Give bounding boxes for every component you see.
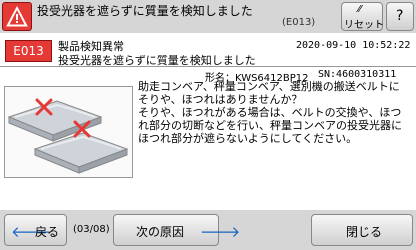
next-cause-button[interactable]: 次の原因 🡒 — [113, 214, 240, 246]
close-label: 閉じる — [346, 225, 383, 239]
close-button[interactable]: 閉じる — [311, 214, 413, 246]
divider — [0, 66, 416, 67]
description-line: 助走コンベア、秤量コンベア、選別機の搬送ベルトに — [138, 80, 400, 93]
error-datetime: 2020-09-10 10:52:22 — [296, 40, 411, 51]
alert-title: 投受光器を遮らずに質量を検知しました — [37, 4, 253, 18]
help-button[interactable]: ? — [386, 2, 414, 31]
page-indicator: (03/08) — [73, 224, 110, 235]
reset-label: リセット — [344, 20, 384, 31]
next-cause-label: 次の原因 — [136, 225, 185, 239]
reset-button[interactable]: ⁄⁄ リセット — [341, 2, 384, 31]
description-line: そりや、ほつれがある場合は、ベルトの交換や、ほつ — [138, 106, 402, 119]
reset-icon: ⁄⁄ — [358, 4, 362, 15]
back-label: 戻る — [35, 225, 60, 239]
alert-code: (E013) — [282, 17, 316, 28]
warning-icon — [2, 2, 32, 31]
back-button[interactable]: 🡐 戻る — [4, 214, 67, 246]
help-icon: ? — [396, 8, 404, 24]
belt-illustration — [4, 86, 133, 178]
cause-description: 助走コンベア、秤量コンベア、選別機の搬送ベルトに そりや、ほつれはありませんか？… — [138, 80, 414, 145]
serial-number: SN:4600310311 — [318, 69, 397, 80]
description-line: れ部分の切断などを行い、秤量コンベアの投受光器に — [138, 119, 402, 132]
description-line: そりや、ほつれはありませんか？ — [138, 93, 303, 106]
description-line: ほつれ部分が遮らないようにしてください。 — [138, 132, 358, 145]
arrow-right-icon: 🡒 — [200, 223, 241, 241]
error-code-badge: E013 — [5, 40, 52, 62]
